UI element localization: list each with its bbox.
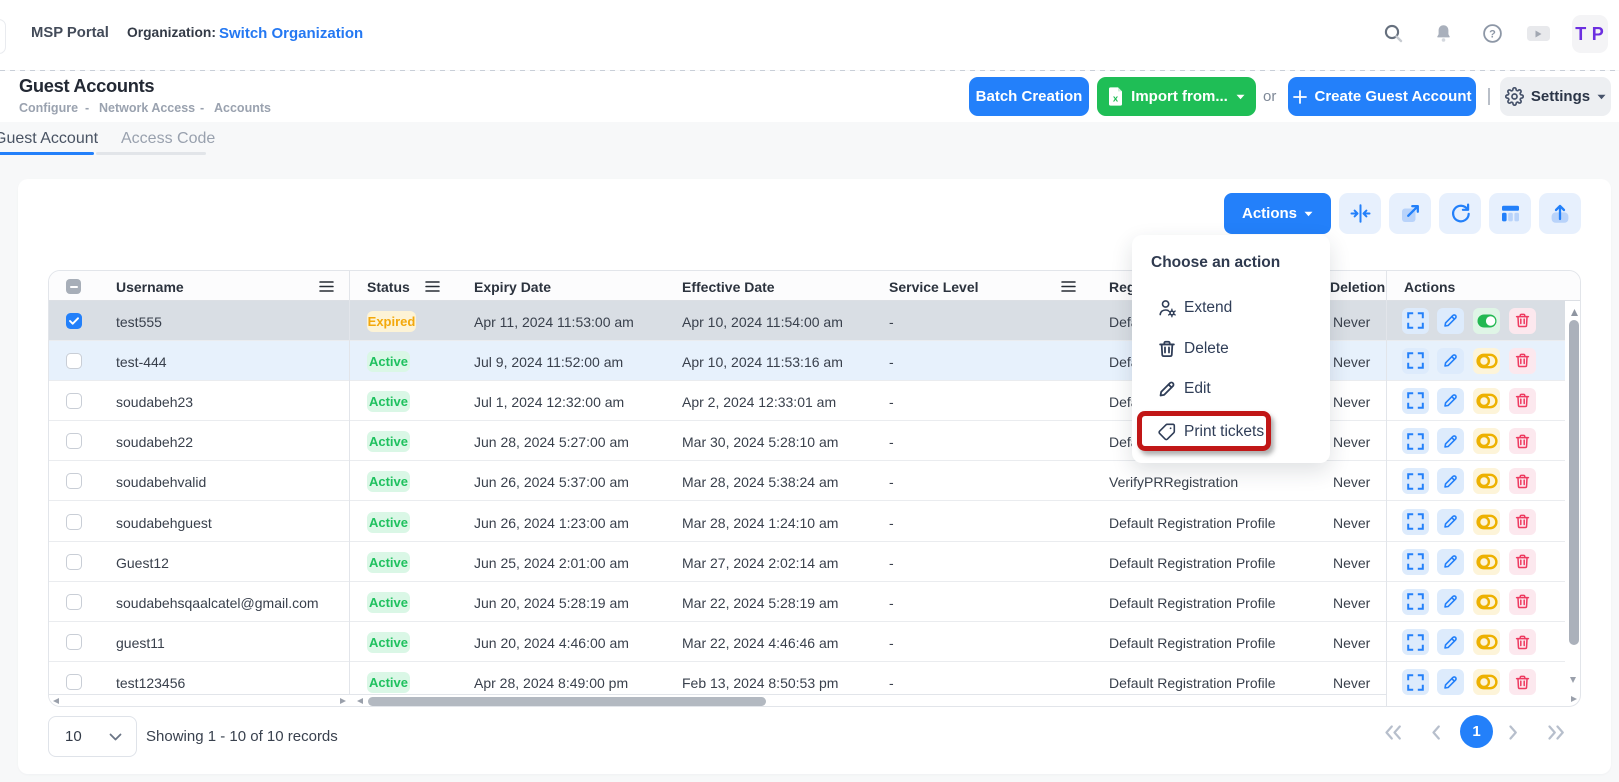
svg-text:?: ? [1489,28,1496,40]
svg-text:x: x [1113,94,1119,105]
